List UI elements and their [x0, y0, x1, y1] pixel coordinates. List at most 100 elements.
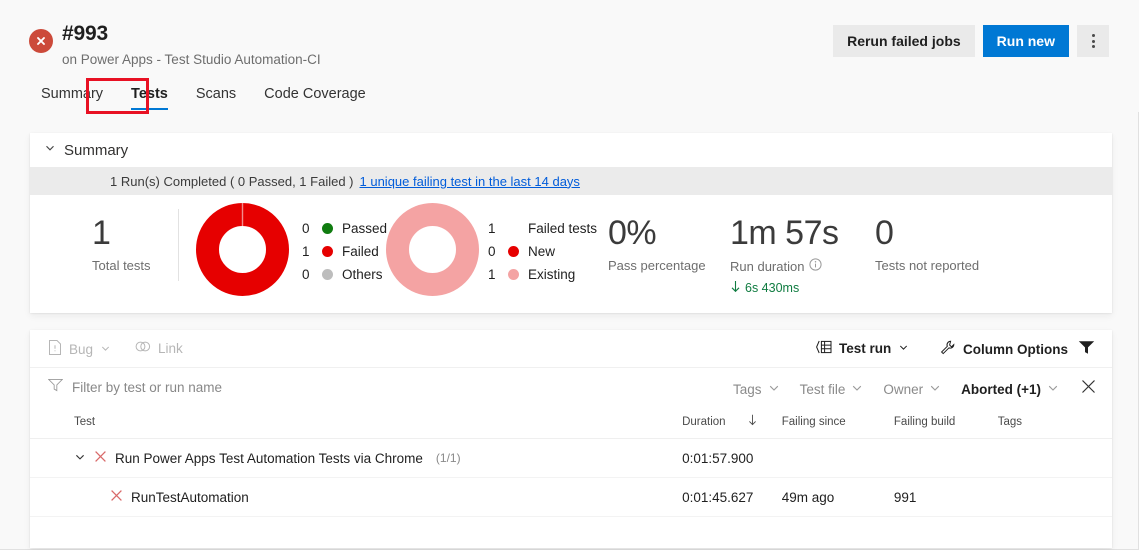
filter-pill-outcome[interactable]: Aborted (+1) — [961, 382, 1059, 397]
table-row[interactable]: Run Power Apps Test Automation Tests via… — [30, 438, 1112, 478]
legend-passed-count: 0 — [302, 221, 310, 236]
pass-percentage-label: Pass percentage — [608, 258, 706, 273]
failed-color-dot-icon — [322, 246, 333, 257]
filter-pill-test-file[interactable]: Test file — [800, 382, 864, 397]
tests-table-body: Run Power Apps Test Automation Tests via… — [30, 438, 1112, 517]
test-run-label: Test run — [839, 341, 892, 356]
expand-collapse-chevron-down-icon[interactable] — [74, 451, 86, 466]
tests-grid-card: Bug Link Test run Column Options Filter … — [30, 330, 1112, 548]
failed-tests-legend: 1 Failed tests 0 New 1 Existing — [488, 221, 597, 282]
column-header-test[interactable]: Test — [30, 406, 683, 439]
metric-pass-percentage: 0% Pass percentage — [608, 213, 706, 273]
filter-pill-tags-label: Tags — [733, 381, 762, 397]
metric-run-duration: 1m 57s Run duration 6s 430ms — [730, 213, 839, 296]
summary-metrics: 1 Total tests 0 Passed 1 Failed 0 Others… — [30, 195, 1112, 311]
chevron-down-icon — [898, 341, 909, 356]
tests-table-header: Test Duration Failing since Failing buil… — [30, 406, 1112, 439]
column-header-tags[interactable]: Tags — [997, 406, 1112, 439]
summary-section-toggle[interactable]: Summary — [30, 133, 1112, 167]
metric-total-tests: 1 Total tests — [92, 213, 151, 273]
link-label: Link — [158, 340, 183, 356]
failed-tests-donut-chart — [385, 202, 480, 302]
arrow-down-icon — [730, 280, 741, 296]
failed-x-icon — [94, 450, 107, 466]
cell-tags — [997, 477, 1112, 517]
tab-tests[interactable]: Tests — [117, 82, 182, 112]
tab-code-coverage[interactable]: Code Coverage — [250, 82, 380, 112]
bug-icon — [48, 340, 62, 358]
total-tests-value: 1 — [92, 214, 111, 252]
column-options-button[interactable]: Column Options — [940, 340, 1068, 359]
filter-pill-group: Tags Test file Owner Aborted (+1) — [733, 377, 1098, 401]
legend-existing-count: 1 — [488, 267, 496, 282]
new-color-dot-icon — [508, 246, 519, 257]
total-tests-label: Total tests — [92, 258, 151, 273]
more-actions-icon — [1091, 34, 1095, 48]
tab-scans[interactable]: Scans — [182, 82, 250, 112]
clear-filters-button[interactable] — [1079, 377, 1098, 401]
chevron-down-icon — [929, 382, 941, 397]
chevron-down-icon — [44, 141, 56, 159]
filter-bar: Filter by test or run name Tags Test fil… — [30, 368, 1112, 406]
sort-arrow-down-icon — [748, 414, 757, 429]
rerun-failed-jobs-button[interactable]: Rerun failed jobs — [833, 25, 975, 57]
header-actions: Rerun failed jobs Run new — [833, 25, 1109, 57]
column-options-label: Column Options — [963, 342, 1068, 357]
legend-passed-label: Passed — [342, 221, 388, 236]
cell-failing-build: 991 — [893, 477, 998, 517]
build-results-page: #993 on Power Apps - Test Studio Automat… — [0, 0, 1139, 550]
cell-failing-since — [781, 438, 894, 478]
filter-input-group[interactable]: Filter by test or run name — [47, 378, 222, 397]
legend-item-existing: 1 Existing — [488, 267, 597, 282]
run-duration-label-row: Run duration — [730, 258, 839, 274]
legend-existing-label: Existing — [528, 267, 576, 282]
build-subtitle: on Power Apps - Test Studio Automation-C… — [62, 52, 321, 67]
page-title: #993 — [62, 22, 108, 45]
legend-item-others: 0 Others — [302, 267, 387, 282]
tab-summary[interactable]: Summary — [27, 82, 117, 112]
legend-others-count: 0 — [302, 267, 310, 282]
filter-pill-owner-label: Owner — [883, 381, 924, 397]
tests-not-reported-label: Tests not reported — [875, 258, 980, 273]
wrench-icon — [940, 340, 956, 359]
cell-duration: 0:01:57.900 — [682, 438, 782, 478]
column-header-failing-build[interactable]: Failing build — [893, 406, 998, 439]
run-new-button[interactable]: Run new — [982, 25, 1069, 57]
funnel-filter-icon — [1078, 340, 1095, 358]
cell-tags — [997, 438, 1112, 478]
summary-card: Summary 1 Run(s) Completed ( 0 Passed, 1… — [30, 133, 1112, 313]
filter-toggle-button[interactable] — [1078, 340, 1095, 358]
column-header-failing-since[interactable]: Failing since — [781, 406, 894, 439]
legend-item-failed-tests: 1 Failed tests — [488, 221, 597, 236]
test-group-name: Run Power Apps Test Automation Tests via… — [115, 450, 423, 466]
cell-failing-build — [893, 438, 998, 478]
tests-not-reported-value: 0 — [875, 214, 894, 252]
test-run-grouping-button[interactable]: Test run — [816, 340, 909, 357]
run-duration-delta-value: 6s 430ms — [745, 281, 800, 295]
filter-pill-tags[interactable]: Tags — [733, 382, 780, 397]
bug-button[interactable]: Bug — [48, 340, 111, 358]
test-group-count: (1/1) — [435, 451, 461, 465]
filter-pill-outcome-label: Aborted (+1) — [961, 381, 1041, 397]
unique-failing-test-link[interactable]: 1 unique failing test in the last 14 day… — [360, 174, 580, 189]
filter-pill-test-file-label: Test file — [799, 381, 846, 397]
filter-pill-owner[interactable]: Owner — [883, 382, 941, 397]
summary-banner: 1 Run(s) Completed ( 0 Passed, 1 Failed … — [30, 167, 1112, 195]
more-actions-button[interactable] — [1077, 25, 1109, 57]
filter-input-placeholder[interactable]: Filter by test or run name — [72, 380, 222, 395]
legend-item-new: 0 New — [488, 244, 597, 259]
summary-banner-text: 1 Run(s) Completed ( 0 Passed, 1 Failed … — [110, 173, 354, 189]
test-name: RunTestAutomation — [131, 489, 249, 505]
legend-new-count: 0 — [488, 244, 496, 259]
column-header-duration-label: Duration — [682, 415, 726, 428]
grid-toolbar: Bug Link Test run Column Options — [30, 330, 1112, 368]
column-header-duration[interactable]: Duration — [682, 406, 782, 439]
link-button[interactable]: Link — [135, 340, 183, 356]
table-row[interactable]: RunTestAutomation 0:01:45.627 49m ago 99… — [30, 477, 1112, 517]
legend-failed-label: Failed — [342, 244, 379, 259]
chevron-down-icon — [768, 382, 780, 397]
cell-failing-since: 49m ago — [781, 477, 894, 517]
legend-failed-count: 1 — [302, 244, 310, 259]
info-icon[interactable] — [809, 258, 823, 274]
chevron-down-icon — [1047, 382, 1059, 397]
